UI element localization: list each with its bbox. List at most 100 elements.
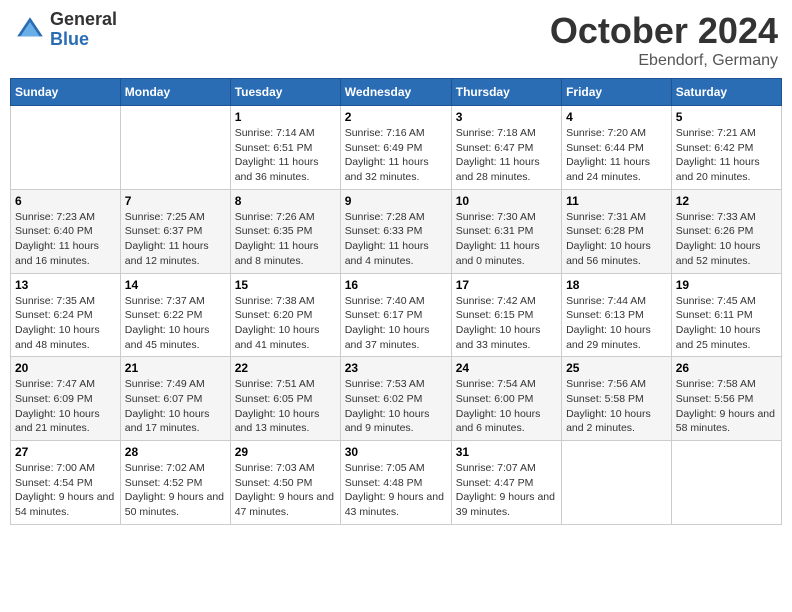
calendar-cell: 26 Sunrise: 7:58 AM Sunset: 5:56 PM Dayli… <box>671 357 781 441</box>
calendar-cell: 28 Sunrise: 7:02 AM Sunset: 4:52 PM Dayli… <box>120 441 230 525</box>
day-number: 1 <box>235 110 336 124</box>
day-info: Sunrise: 7:23 AM Sunset: 6:40 PM Dayligh… <box>15 210 116 269</box>
day-number: 7 <box>125 194 226 208</box>
calendar-cell: 8 Sunrise: 7:26 AM Sunset: 6:35 PM Daylig… <box>230 189 340 273</box>
weekday-header: Saturday <box>671 79 781 106</box>
calendar-header-row: SundayMondayTuesdayWednesdayThursdayFrid… <box>11 79 782 106</box>
day-number: 27 <box>15 445 116 459</box>
day-number: 22 <box>235 361 336 375</box>
day-number: 19 <box>676 278 777 292</box>
day-number: 16 <box>345 278 447 292</box>
calendar-cell: 9Sunrise: 7:28 AM Sunset: 6:33 PM Daylig… <box>340 189 451 273</box>
day-info: Sunrise: 7:56 AM Sunset: 5:58 PM Dayligh… <box>566 377 667 436</box>
weekday-header: Sunday <box>11 79 121 106</box>
logo-general: General <box>50 10 117 30</box>
day-info: Sunrise: 7:16 AM Sunset: 6:49 PM Dayligh… <box>345 126 447 185</box>
day-info: Sunrise: 7:30 AM Sunset: 6:31 PM Dayligh… <box>456 210 557 269</box>
calendar-week-row: 13Sunrise: 7:35 AM Sunset: 6:24 PM Dayli… <box>11 273 782 357</box>
calendar-cell: 2 Sunrise: 7:16 AM Sunset: 6:49 PM Daylig… <box>340 106 451 190</box>
day-number: 24 <box>456 361 557 375</box>
day-number: 21 <box>125 361 226 375</box>
day-info: Sunrise: 7:47 AM Sunset: 6:09 PM Dayligh… <box>15 377 116 436</box>
calendar-cell: 31 Sunrise: 7:07 AM Sunset: 4:47 PM Dayli… <box>451 441 561 525</box>
page-header: General Blue October 2024 Ebendorf, Germ… <box>10 10 782 70</box>
day-info: Sunrise: 7:07 AM Sunset: 4:47 PM Dayligh… <box>456 461 557 520</box>
calendar-cell: 18Sunrise: 7:44 AM Sunset: 6:13 PM Dayli… <box>562 273 672 357</box>
day-info: Sunrise: 7:14 AM Sunset: 6:51 PM Dayligh… <box>235 126 336 185</box>
calendar-week-row: 27 Sunrise: 7:00 AM Sunset: 4:54 PM Dayli… <box>11 441 782 525</box>
weekday-header: Tuesday <box>230 79 340 106</box>
day-info: Sunrise: 7:37 AM Sunset: 6:22 PM Dayligh… <box>125 294 226 353</box>
day-number: 15 <box>235 278 336 292</box>
day-info: Sunrise: 7:31 AM Sunset: 6:28 PM Dayligh… <box>566 210 667 269</box>
day-number: 10 <box>456 194 557 208</box>
calendar-cell: 3Sunrise: 7:18 AM Sunset: 6:47 PM Daylig… <box>451 106 561 190</box>
day-info: Sunrise: 7:02 AM Sunset: 4:52 PM Dayligh… <box>125 461 226 520</box>
calendar-cell: 12 Sunrise: 7:33 AM Sunset: 6:26 PM Dayli… <box>671 189 781 273</box>
day-info: Sunrise: 7:42 AM Sunset: 6:15 PM Dayligh… <box>456 294 557 353</box>
calendar-cell: 21Sunrise: 7:49 AM Sunset: 6:07 PM Dayli… <box>120 357 230 441</box>
calendar-cell: 29Sunrise: 7:03 AM Sunset: 4:50 PM Dayli… <box>230 441 340 525</box>
day-info: Sunrise: 7:45 AM Sunset: 6:11 PM Dayligh… <box>676 294 777 353</box>
day-info: Sunrise: 7:53 AM Sunset: 6:02 PM Dayligh… <box>345 377 447 436</box>
day-info: Sunrise: 7:18 AM Sunset: 6:47 PM Dayligh… <box>456 126 557 185</box>
calendar-week-row: 20 Sunrise: 7:47 AM Sunset: 6:09 PM Dayli… <box>11 357 782 441</box>
calendar-cell: 20 Sunrise: 7:47 AM Sunset: 6:09 PM Dayli… <box>11 357 121 441</box>
day-number: 31 <box>456 445 557 459</box>
calendar-cell: 30 Sunrise: 7:05 AM Sunset: 4:48 PM Dayli… <box>340 441 451 525</box>
day-info: Sunrise: 7:05 AM Sunset: 4:48 PM Dayligh… <box>345 461 447 520</box>
day-number: 13 <box>15 278 116 292</box>
weekday-header: Wednesday <box>340 79 451 106</box>
calendar-cell: 27 Sunrise: 7:00 AM Sunset: 4:54 PM Dayli… <box>11 441 121 525</box>
calendar-cell: 1 Sunrise: 7:14 AM Sunset: 6:51 PM Daylig… <box>230 106 340 190</box>
day-number: 12 <box>676 194 777 208</box>
day-info: Sunrise: 7:54 AM Sunset: 6:00 PM Dayligh… <box>456 377 557 436</box>
day-number: 14 <box>125 278 226 292</box>
month-title: October 2024 <box>550 10 778 52</box>
logo: General Blue <box>14 10 117 50</box>
day-number: 2 <box>345 110 447 124</box>
day-info: Sunrise: 7:38 AM Sunset: 6:20 PM Dayligh… <box>235 294 336 353</box>
day-number: 26 <box>676 361 777 375</box>
calendar-cell <box>671 441 781 525</box>
day-number: 25 <box>566 361 667 375</box>
day-number: 18 <box>566 278 667 292</box>
weekday-header: Monday <box>120 79 230 106</box>
calendar-cell <box>562 441 672 525</box>
day-number: 4 <box>566 110 667 124</box>
day-info: Sunrise: 7:51 AM Sunset: 6:05 PM Dayligh… <box>235 377 336 436</box>
calendar-cell: 13Sunrise: 7:35 AM Sunset: 6:24 PM Dayli… <box>11 273 121 357</box>
calendar-cell: 15 Sunrise: 7:38 AM Sunset: 6:20 PM Dayli… <box>230 273 340 357</box>
day-info: Sunrise: 7:26 AM Sunset: 6:35 PM Dayligh… <box>235 210 336 269</box>
day-number: 5 <box>676 110 777 124</box>
calendar-cell: 25 Sunrise: 7:56 AM Sunset: 5:58 PM Dayli… <box>562 357 672 441</box>
day-number: 28 <box>125 445 226 459</box>
day-info: Sunrise: 7:33 AM Sunset: 6:26 PM Dayligh… <box>676 210 777 269</box>
calendar-cell: 11 Sunrise: 7:31 AM Sunset: 6:28 PM Dayli… <box>562 189 672 273</box>
day-number: 11 <box>566 194 667 208</box>
day-info: Sunrise: 7:00 AM Sunset: 4:54 PM Dayligh… <box>15 461 116 520</box>
day-number: 23 <box>345 361 447 375</box>
day-info: Sunrise: 7:25 AM Sunset: 6:37 PM Dayligh… <box>125 210 226 269</box>
day-number: 20 <box>15 361 116 375</box>
calendar-table: SundayMondayTuesdayWednesdayThursdayFrid… <box>10 78 782 525</box>
day-number: 17 <box>456 278 557 292</box>
title-area: October 2024 Ebendorf, Germany <box>550 10 778 70</box>
calendar-cell: 17 Sunrise: 7:42 AM Sunset: 6:15 PM Dayli… <box>451 273 561 357</box>
day-number: 30 <box>345 445 447 459</box>
calendar-cell: 23 Sunrise: 7:53 AM Sunset: 6:02 PM Dayli… <box>340 357 451 441</box>
weekday-header: Friday <box>562 79 672 106</box>
day-info: Sunrise: 7:58 AM Sunset: 5:56 PM Dayligh… <box>676 377 777 436</box>
logo-text: General Blue <box>50 10 117 50</box>
day-number: 8 <box>235 194 336 208</box>
calendar-week-row: 1 Sunrise: 7:14 AM Sunset: 6:51 PM Daylig… <box>11 106 782 190</box>
calendar-cell: 4Sunrise: 7:20 AM Sunset: 6:44 PM Daylig… <box>562 106 672 190</box>
location: Ebendorf, Germany <box>550 52 778 70</box>
day-number: 9 <box>345 194 447 208</box>
calendar-cell: 22 Sunrise: 7:51 AM Sunset: 6:05 PM Dayli… <box>230 357 340 441</box>
day-info: Sunrise: 7:03 AM Sunset: 4:50 PM Dayligh… <box>235 461 336 520</box>
weekday-header: Thursday <box>451 79 561 106</box>
logo-icon <box>14 14 46 46</box>
calendar-cell <box>120 106 230 190</box>
calendar-cell <box>11 106 121 190</box>
